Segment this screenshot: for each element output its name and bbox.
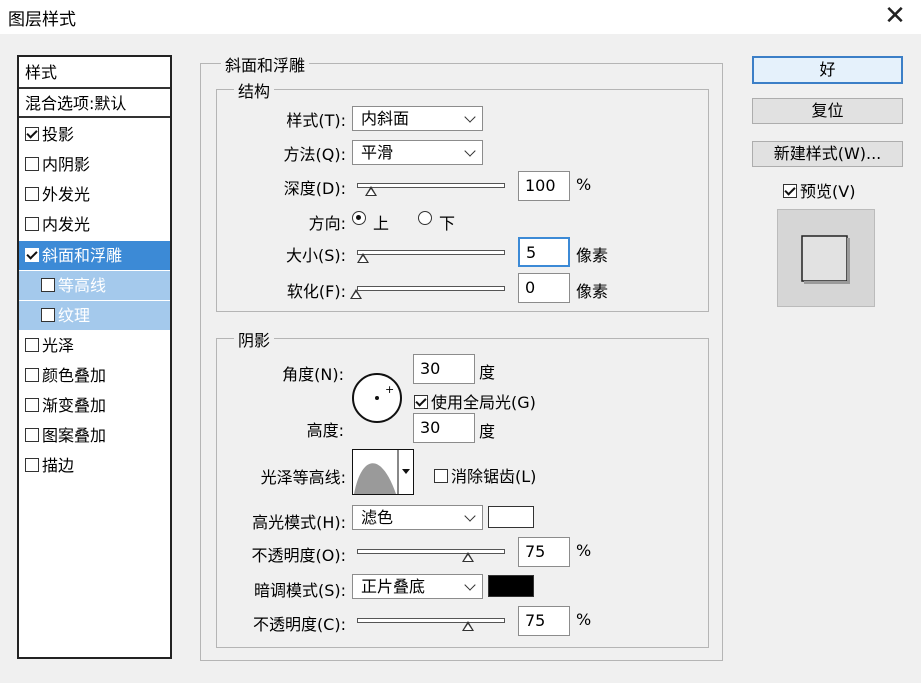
preview-thumbnail [777, 209, 875, 307]
bevel-emboss-title: 斜面和浮雕 [221, 52, 310, 76]
soften-slider-thumb[interactable] [350, 289, 362, 299]
style-select[interactable]: 内斜面 [352, 106, 483, 131]
highlight-color-swatch[interactable] [488, 506, 534, 528]
altitude-label: 高度: [306, 421, 344, 440]
shadow-opacity-slider-thumb[interactable] [462, 621, 474, 631]
technique-label: 方法(Q): [283, 145, 346, 164]
angle-wheel[interactable]: + [350, 371, 404, 425]
direction-down-label: 下 [439, 214, 456, 233]
altitude-input[interactable]: 30 [413, 413, 475, 443]
title-bar [0, 0, 921, 34]
highlight-opacity-input[interactable]: 75 [518, 537, 570, 567]
global-light-checkbox[interactable] [414, 395, 428, 409]
direction-up-radio[interactable] [352, 211, 366, 225]
close-icon[interactable]: ✕ [882, 2, 908, 30]
shadow-color-swatch[interactable] [488, 575, 534, 597]
shadow-mode-select[interactable]: 正片叠底 [352, 574, 483, 599]
list-item-satin[interactable]: 光泽 [19, 331, 170, 360]
bevel-emboss-checkbox[interactable] [25, 248, 39, 262]
antialias-checkbox[interactable] [434, 469, 448, 483]
list-item-outer-glow[interactable]: 外发光 [19, 180, 170, 209]
color-overlay-checkbox[interactable] [25, 368, 39, 382]
stroke-checkbox[interactable] [25, 458, 39, 472]
depth-label: 深度(D): [283, 179, 346, 198]
list-item-color-overlay[interactable]: 颜色叠加 [19, 361, 170, 390]
angle-label: 角度(N): [282, 365, 344, 384]
soften-input[interactable]: 0 [518, 273, 570, 303]
size-unit: 像素 [576, 246, 609, 265]
technique-select[interactable]: 平滑 [352, 140, 483, 165]
depth-input[interactable]: 100 [518, 171, 570, 201]
size-slider[interactable] [357, 250, 505, 255]
list-item-contour[interactable]: 等高线 [19, 271, 170, 300]
depth-slider-thumb[interactable] [365, 186, 377, 196]
antialias-option[interactable]: 消除锯齿(L) [434, 463, 536, 487]
blending-options-item[interactable]: 混合选项:默认 [19, 89, 170, 118]
size-label: 大小(S): [285, 246, 346, 265]
reset-button[interactable]: 复位 [752, 98, 903, 124]
angle-unit: 度 [479, 363, 496, 382]
new-style-button[interactable]: 新建样式(W)... [752, 141, 903, 167]
preview-option[interactable]: 预览(V) [783, 178, 855, 202]
list-item-inner-shadow[interactable]: 内阴影 [19, 150, 170, 179]
depth-unit: % [576, 175, 592, 194]
soften-unit: 像素 [576, 282, 609, 301]
soften-slider[interactable] [357, 286, 505, 291]
shadow-opacity-input[interactable]: 75 [518, 606, 570, 636]
pattern-overlay-checkbox[interactable] [25, 428, 39, 442]
gradient-overlay-checkbox[interactable] [25, 398, 39, 412]
soften-label: 软化(F): [286, 282, 346, 301]
inner-shadow-checkbox[interactable] [25, 157, 39, 171]
shadow-opacity-label: 不透明度(C): [252, 615, 346, 634]
chevron-down-icon [464, 145, 476, 157]
list-item-drop-shadow[interactable]: 投影 [19, 120, 170, 149]
direction-label: 方向: [308, 214, 346, 233]
highlight-opacity-slider-thumb[interactable] [462, 552, 474, 562]
chevron-down-icon [464, 510, 476, 522]
highlight-opacity-label: 不透明度(O): [251, 546, 346, 565]
list-item-inner-glow[interactable]: 内发光 [19, 210, 170, 239]
global-light-option[interactable]: 使用全局光(G) [414, 389, 536, 413]
shadow-opacity-slider[interactable] [357, 618, 505, 623]
direction-down-radio[interactable] [418, 211, 432, 225]
list-item-texture[interactable]: 纹理 [19, 301, 170, 330]
highlight-opacity-unit: % [576, 541, 592, 560]
styles-header[interactable]: 样式 [19, 57, 170, 89]
shading-title: 阴影 [234, 327, 275, 351]
satin-checkbox[interactable] [25, 338, 39, 352]
drop-shadow-checkbox[interactable] [25, 127, 39, 141]
list-item-pattern-overlay[interactable]: 图案叠加 [19, 421, 170, 450]
highlight-mode-label: 高光模式(H): [252, 513, 346, 532]
inner-glow-checkbox[interactable] [25, 217, 39, 231]
shadow-mode-label: 暗调模式(S): [253, 581, 346, 600]
styles-list: 样式 混合选项:默认 投影 内阴影 外发光 内发光 斜面和浮雕 等高线 纹理 光… [17, 55, 172, 659]
size-slider-thumb[interactable] [357, 253, 369, 263]
highlight-opacity-slider[interactable] [357, 549, 505, 554]
list-item-stroke[interactable]: 描边 [19, 451, 170, 480]
direction-up-label: 上 [373, 214, 390, 233]
svg-text:+: + [385, 383, 394, 396]
style-label: 样式(T): [286, 111, 346, 130]
texture-checkbox[interactable] [41, 308, 55, 322]
shadow-opacity-unit: % [576, 610, 592, 629]
outer-glow-checkbox[interactable] [25, 187, 39, 201]
altitude-unit: 度 [479, 422, 496, 441]
preview-checkbox[interactable] [783, 184, 797, 198]
gloss-contour-picker[interactable] [352, 449, 414, 495]
chevron-down-icon [464, 579, 476, 591]
chevron-down-icon [464, 111, 476, 123]
list-item-gradient-overlay[interactable]: 渐变叠加 [19, 391, 170, 420]
gloss-contour-label: 光泽等高线: [260, 468, 346, 487]
depth-slider[interactable] [357, 183, 505, 188]
list-item-bevel-emboss[interactable]: 斜面和浮雕 [19, 241, 170, 270]
dialog-title: 图层样式 [8, 10, 76, 30]
ok-button[interactable]: 好 [752, 56, 903, 84]
angle-input[interactable]: 30 [413, 354, 475, 384]
structure-title: 结构 [234, 78, 275, 102]
size-input[interactable]: 5 [518, 237, 570, 267]
highlight-mode-select[interactable]: 滤色 [352, 505, 483, 530]
contour-checkbox[interactable] [41, 278, 55, 292]
